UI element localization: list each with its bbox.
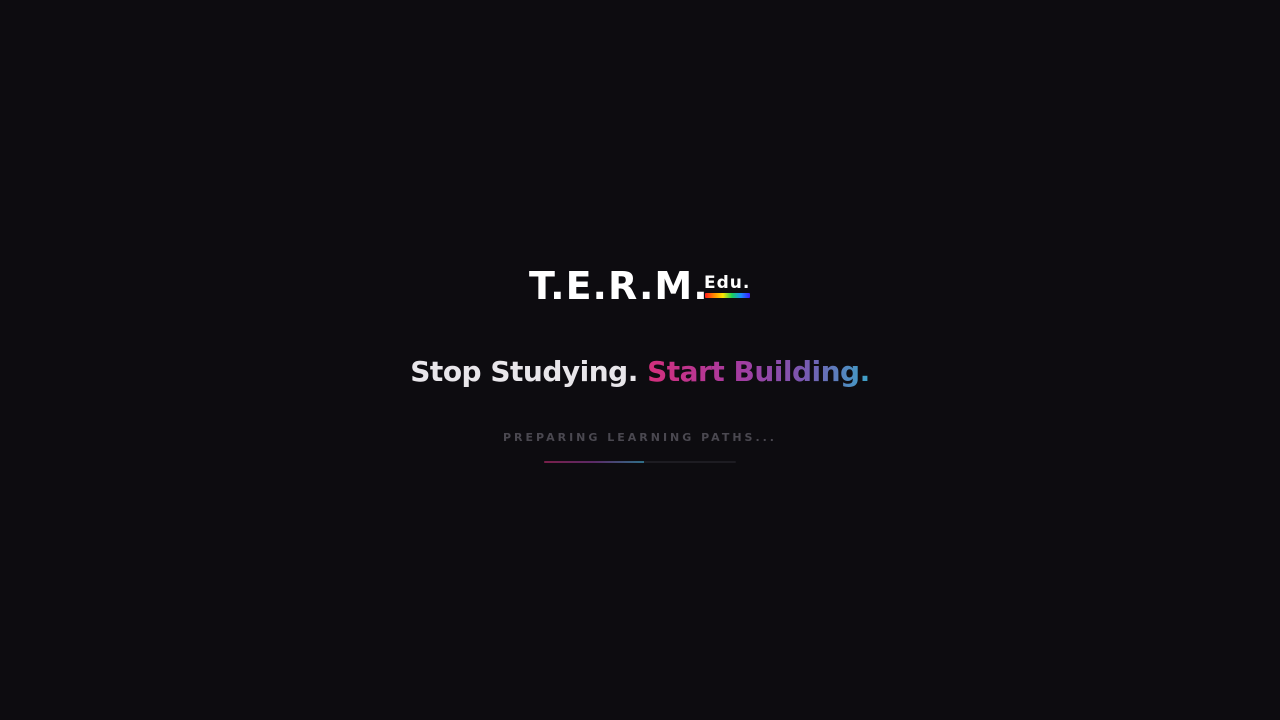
logo-wordmark: T.E.R.M. [529, 264, 709, 308]
tagline-plain: Stop Studying. [410, 355, 638, 388]
loading-screen: T.E.R.M. Edu. Stop Studying. Start Build… [0, 0, 1280, 720]
logo-edu-label: Edu. [704, 273, 751, 293]
brand-logo: T.E.R.M. Edu. [529, 262, 759, 310]
loading-progress-bar [544, 461, 736, 463]
rainbow-underline-icon [705, 293, 750, 298]
loading-progress-fill [544, 461, 644, 463]
loading-status-text: PREPARING LEARNING PATHS... [503, 431, 777, 444]
tagline: Stop Studying. Start Building. [0, 350, 1280, 394]
tagline-accent: Start Building. [647, 355, 870, 388]
